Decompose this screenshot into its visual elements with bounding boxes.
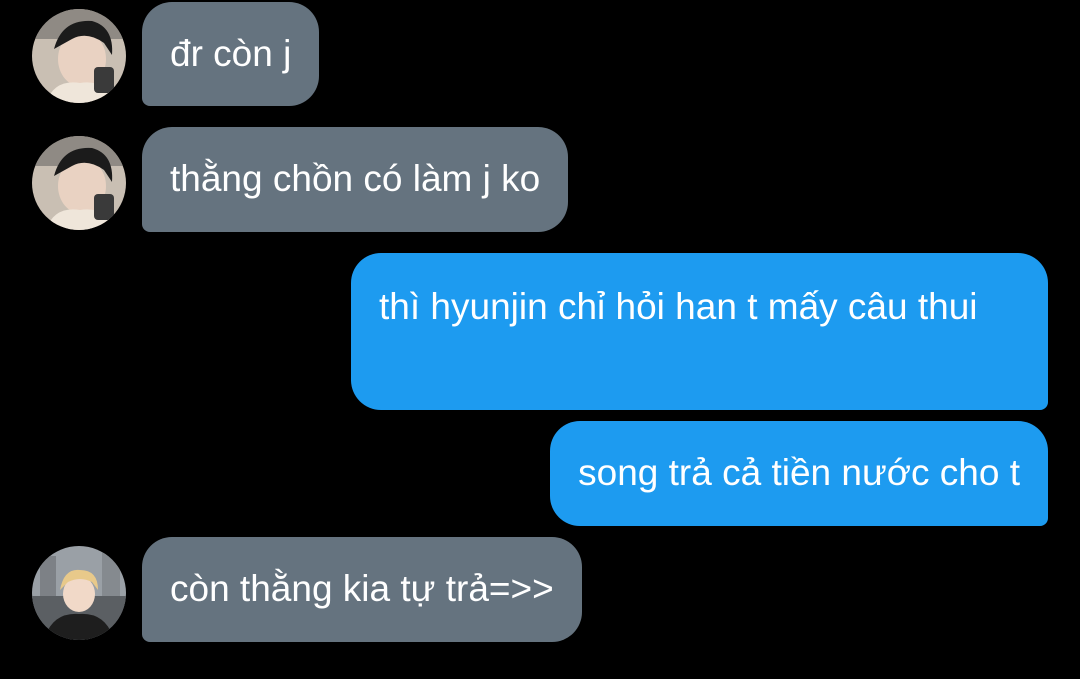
avatar-photo-1: [32, 9, 126, 103]
message-bubble-incoming[interactable]: còn thằng kia tự trả=>>: [142, 537, 582, 642]
sender-avatar[interactable]: [32, 136, 126, 230]
message-bubble-outgoing[interactable]: thì hyunjin chỉ hỏi han t mấy câu thui: [351, 253, 1048, 410]
sender-avatar[interactable]: [32, 9, 126, 103]
message-text: song trả cả tiền nước cho t: [578, 452, 1020, 493]
message-bubble-incoming[interactable]: thằng chồn có làm j ko: [142, 127, 569, 232]
message-text: đr còn j: [170, 33, 292, 74]
avatar-photo-1: [32, 136, 126, 230]
message-text: thằng chồn có làm j ko: [170, 158, 541, 199]
message-text: còn thằng kia tự trả=>>: [170, 568, 554, 609]
sender-avatar[interactable]: [32, 546, 126, 640]
avatar-photo-2: [32, 546, 126, 640]
message-bubble-incoming[interactable]: đr còn j: [142, 2, 320, 106]
message-bubble-outgoing[interactable]: song trả cả tiền nước cho t: [550, 421, 1048, 526]
message-text: thì hyunjin chỉ hỏi han t mấy câu thui: [379, 286, 978, 327]
